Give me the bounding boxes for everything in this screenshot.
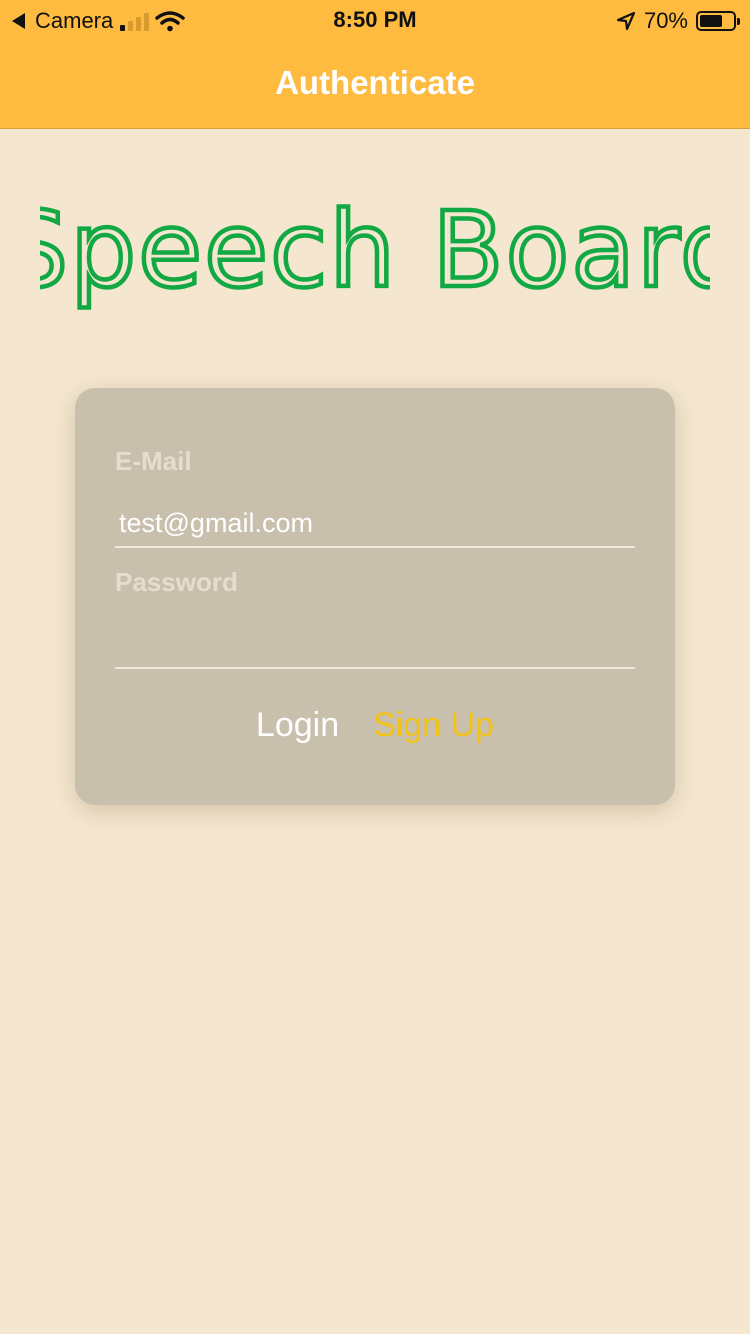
auth-card: E-Mail Password Login Sign Up [75, 388, 675, 805]
speech-board-logo: Speech Board [0, 180, 748, 330]
login-button[interactable]: Login [256, 706, 339, 745]
page-title: Authenticate [275, 64, 475, 101]
location-arrow-icon [616, 11, 636, 31]
status-right-group: 70% [616, 8, 740, 34]
password-label: Password [115, 567, 238, 597]
battery-level-fill [700, 15, 722, 27]
battery-icon [696, 11, 740, 31]
email-input[interactable] [115, 500, 635, 548]
logo-wordmark: Speech Board [0, 187, 748, 314]
navigation-header: Camera 8:50 PM 70% Authenticate [0, 0, 750, 129]
status-bar: Camera 8:50 PM 70% [0, 0, 750, 40]
battery-nub [737, 18, 740, 25]
sign-up-button[interactable]: Sign Up [373, 706, 494, 745]
logo-text: Speech Board [40, 189, 710, 311]
auth-buttons: Login Sign Up [75, 706, 675, 745]
email-label: E-Mail [115, 446, 192, 476]
battery-percent: 70% [643, 8, 688, 33]
password-input[interactable] [115, 621, 635, 669]
